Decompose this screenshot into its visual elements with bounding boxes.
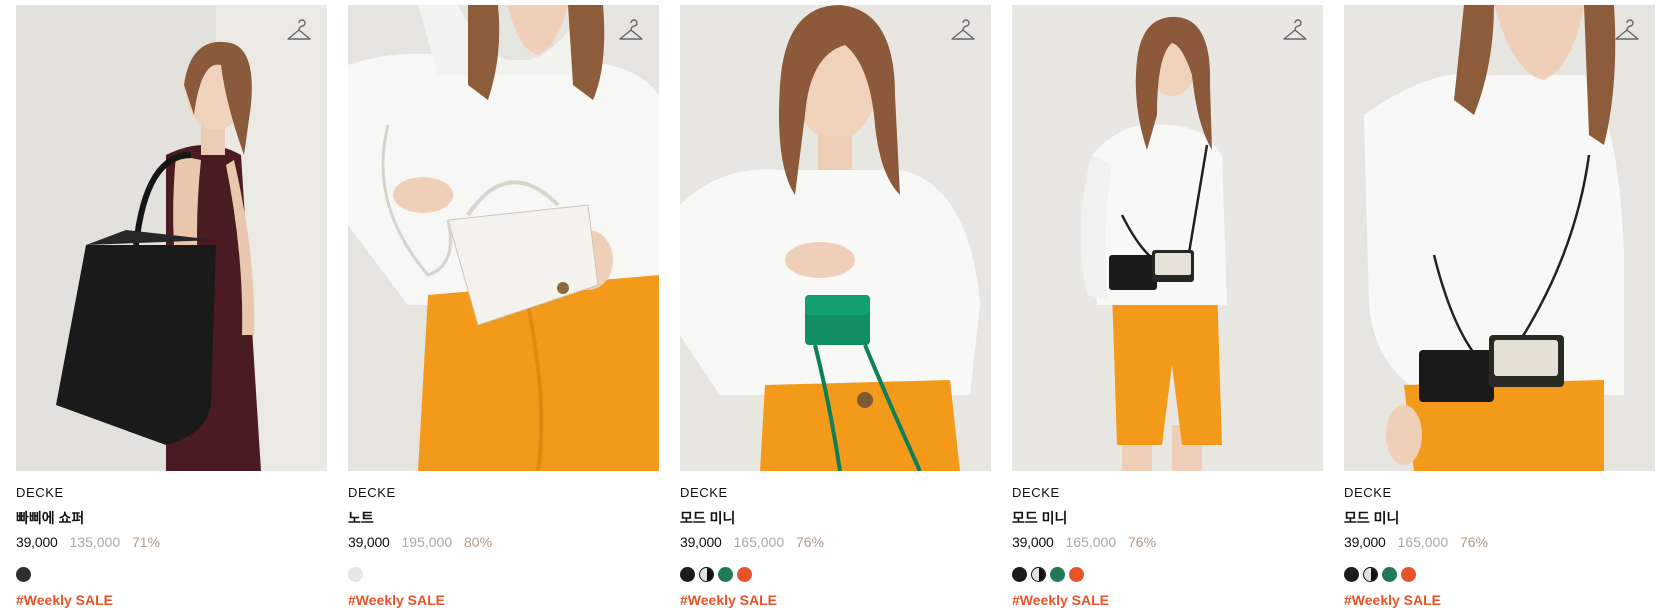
- color-swatches: [348, 567, 659, 583]
- brand-name[interactable]: DECKE: [16, 485, 327, 501]
- original-price: 135,000: [69, 534, 121, 550]
- color-swatch-black[interactable]: [16, 567, 31, 582]
- price-row: 39,000 135,000 71%: [16, 533, 327, 551]
- product-name[interactable]: 모드 미니: [1012, 509, 1323, 527]
- discount-rate: 76%: [1460, 534, 1489, 550]
- discount-rate: 71%: [132, 534, 161, 550]
- product-image[interactable]: [1344, 5, 1655, 471]
- sale-price: 39,000: [1012, 534, 1054, 550]
- price-row: 39,000 165,000 76%: [1012, 533, 1323, 551]
- sale-price: 39,000: [16, 534, 58, 550]
- brand-name[interactable]: DECKE: [1012, 485, 1323, 501]
- brand-name[interactable]: DECKE: [348, 485, 659, 501]
- product-image[interactable]: [16, 5, 327, 471]
- color-swatch-orange[interactable]: [1401, 567, 1416, 582]
- product-card[interactable]: DECKE 모드 미니 39,000 165,000 76% #Weekly S…: [680, 5, 991, 609]
- weekly-sale-tag[interactable]: #Weekly SALE: [1012, 591, 1323, 609]
- original-price: 195,000: [401, 534, 453, 550]
- product-name[interactable]: 모드 미니: [1344, 509, 1655, 527]
- product-photo: [1344, 5, 1655, 471]
- color-swatch-black[interactable]: [1012, 567, 1027, 582]
- sale-price: 39,000: [348, 534, 390, 550]
- color-swatch-green[interactable]: [1382, 567, 1397, 582]
- weekly-sale-tag[interactable]: #Weekly SALE: [680, 591, 991, 609]
- discount-rate: 76%: [796, 534, 825, 550]
- color-swatch-orange[interactable]: [737, 567, 752, 582]
- color-swatches: [16, 567, 327, 583]
- color-swatch-ivory[interactable]: [348, 567, 363, 582]
- color-swatches: [1344, 567, 1655, 583]
- weekly-sale-tag[interactable]: #Weekly SALE: [348, 591, 659, 609]
- product-photo: [1012, 5, 1323, 471]
- color-swatches: [1012, 567, 1323, 583]
- discount-rate: 80%: [464, 534, 493, 550]
- product-card[interactable]: DECKE 모드 미니 39,000 165,000 76% #Weekly S…: [1012, 5, 1323, 609]
- product-image[interactable]: [1012, 5, 1323, 471]
- original-price: 165,000: [1065, 534, 1117, 550]
- color-swatch-black[interactable]: [680, 567, 695, 582]
- color-swatch-black[interactable]: [1344, 567, 1359, 582]
- product-card[interactable]: DECKE 모드 미니 39,000 165,000 76% #Weekly S…: [1344, 5, 1655, 609]
- sale-price: 39,000: [1344, 534, 1386, 550]
- weekly-sale-tag[interactable]: #Weekly SALE: [1344, 591, 1655, 609]
- product-image[interactable]: [680, 5, 991, 471]
- hanger-icon[interactable]: [1613, 19, 1641, 47]
- color-swatch-black-ivory[interactable]: [699, 567, 714, 582]
- product-name[interactable]: 노트: [348, 509, 659, 527]
- sale-price: 39,000: [680, 534, 722, 550]
- color-swatch-orange[interactable]: [1069, 567, 1084, 582]
- color-swatches: [680, 567, 991, 583]
- original-price: 165,000: [733, 534, 785, 550]
- product-photo: [16, 5, 327, 471]
- product-photo: [348, 5, 659, 471]
- weekly-sale-tag[interactable]: #Weekly SALE: [16, 591, 327, 609]
- product-card[interactable]: DECKE 빠삐에 쇼퍼 39,000 135,000 71% #Weekly …: [16, 5, 327, 609]
- discount-rate: 76%: [1128, 534, 1157, 550]
- hanger-icon[interactable]: [949, 19, 977, 47]
- price-row: 39,000 165,000 76%: [1344, 533, 1655, 551]
- color-swatch-green[interactable]: [1050, 567, 1065, 582]
- product-name[interactable]: 빠삐에 쇼퍼: [16, 509, 327, 527]
- hanger-icon[interactable]: [617, 19, 645, 47]
- color-swatch-green[interactable]: [718, 567, 733, 582]
- product-image[interactable]: [348, 5, 659, 471]
- product-photo: [680, 5, 991, 471]
- price-row: 39,000 195,000 80%: [348, 533, 659, 551]
- hanger-icon[interactable]: [1281, 19, 1309, 47]
- product-grid: DECKE 빠삐에 쇼퍼 39,000 135,000 71% #Weekly …: [16, 5, 1655, 609]
- original-price: 165,000: [1397, 534, 1449, 550]
- price-row: 39,000 165,000 76%: [680, 533, 991, 551]
- product-name[interactable]: 모드 미니: [680, 509, 991, 527]
- product-card[interactable]: DECKE 노트 39,000 195,000 80% #Weekly SALE: [348, 5, 659, 609]
- brand-name[interactable]: DECKE: [1344, 485, 1655, 501]
- color-swatch-black-ivory[interactable]: [1363, 567, 1378, 582]
- brand-name[interactable]: DECKE: [680, 485, 991, 501]
- color-swatch-black-ivory[interactable]: [1031, 567, 1046, 582]
- hanger-icon[interactable]: [285, 19, 313, 47]
